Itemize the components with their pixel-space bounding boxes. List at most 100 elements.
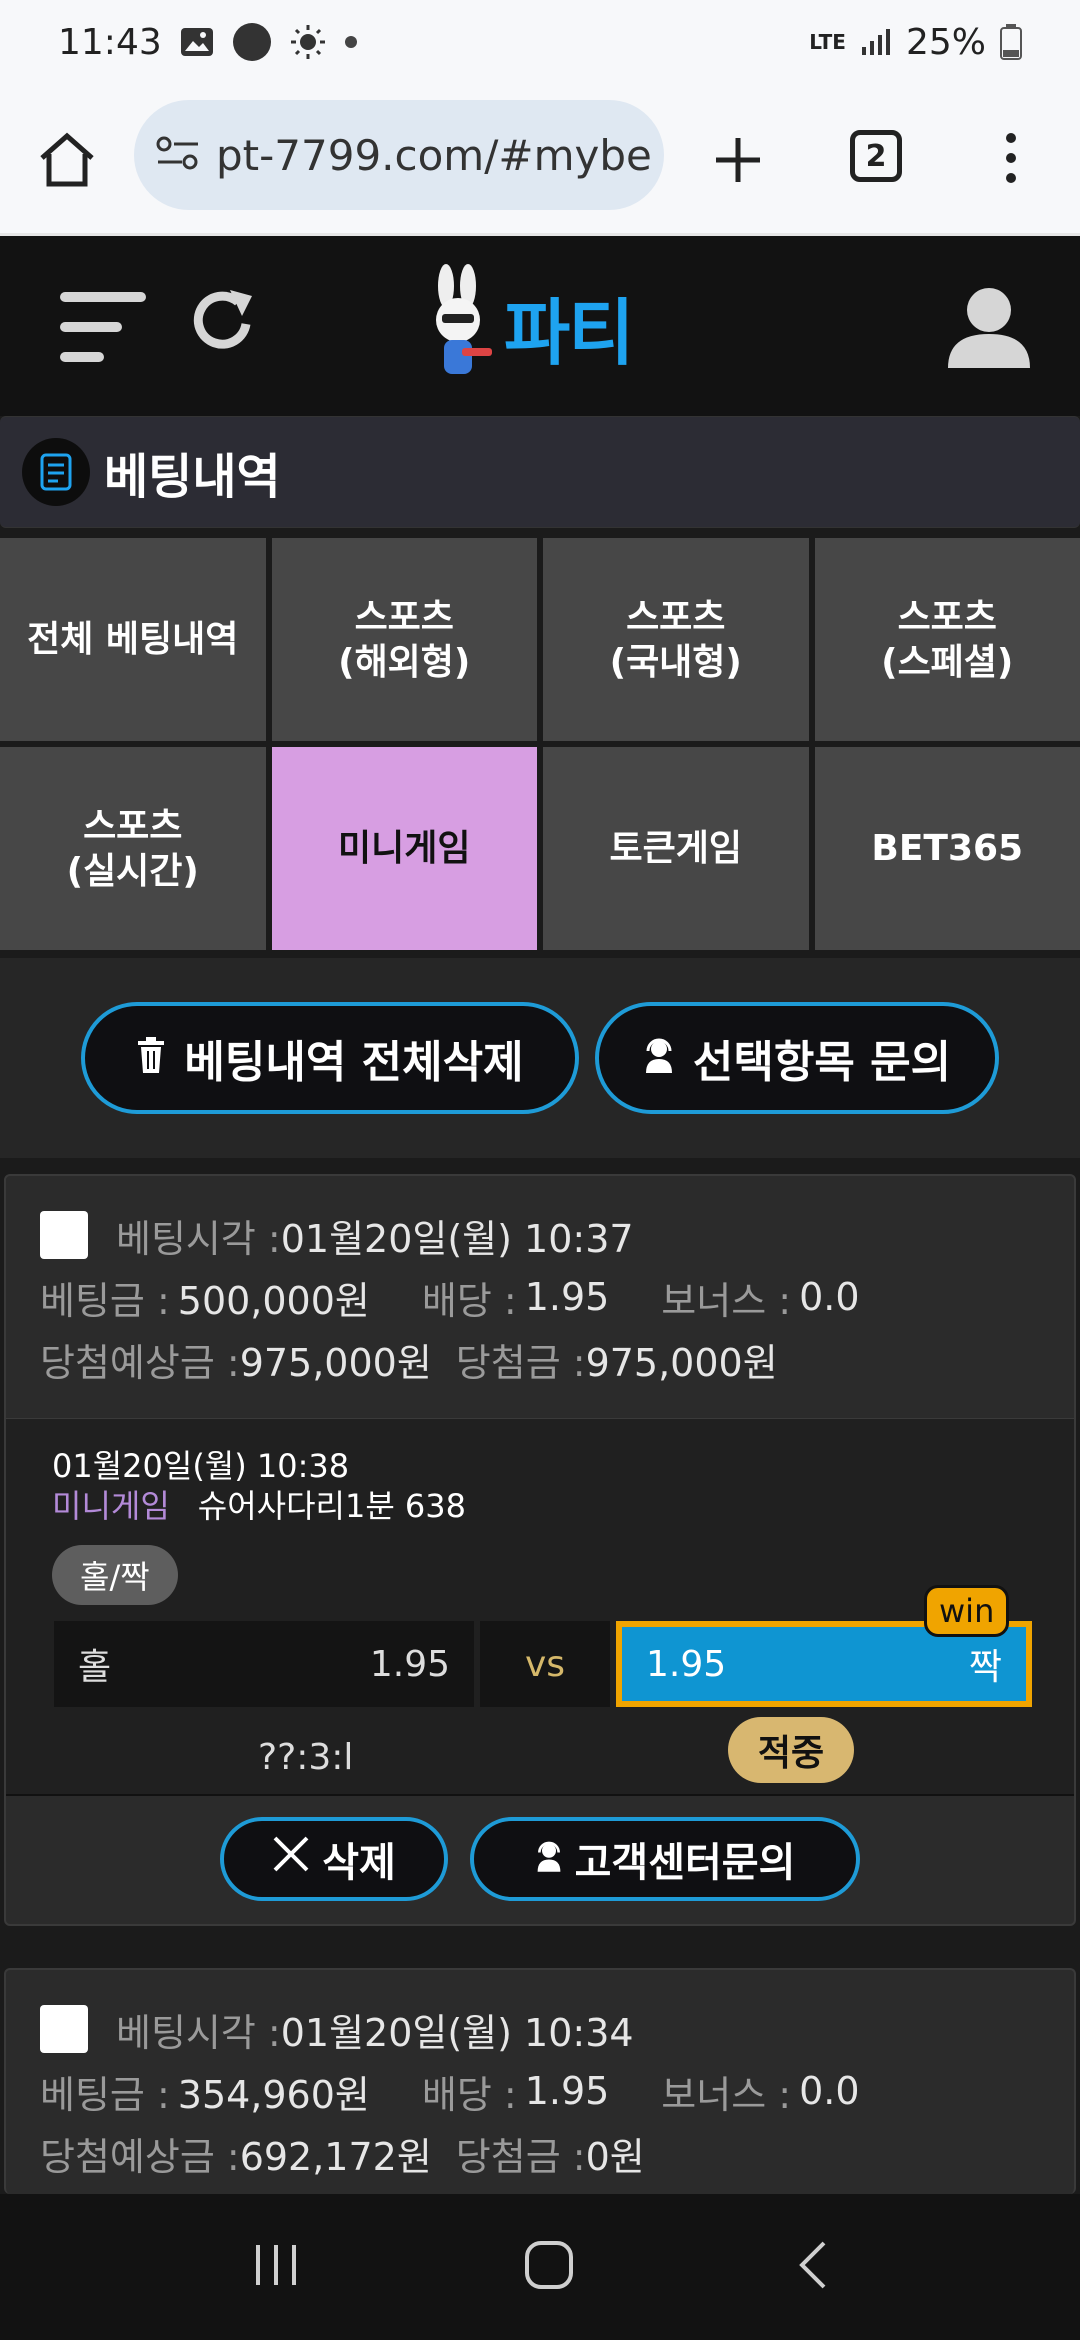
- site-settings-icon[interactable]: [156, 135, 200, 175]
- bet-select-checkbox[interactable]: [40, 1211, 88, 1259]
- vs-divider: vs: [480, 1621, 610, 1707]
- tab-sports-live[interactable]: 스포츠 (실시간): [0, 747, 266, 950]
- bet-time-value: 01월20일(월) 10:37: [280, 1216, 634, 1261]
- bet-card-actions: 삭제 고객센터문의: [6, 1794, 1074, 1922]
- bet-amount-label: 베팅금 :: [40, 2072, 170, 2117]
- tab-mini-game[interactable]: 미니게임: [271, 747, 537, 950]
- away-odds: 1.95: [646, 1643, 727, 1685]
- tab-sports-domestic[interactable]: 스포츠 (국내형): [543, 538, 809, 741]
- url-text: pt-7799.com/#mybe: [216, 130, 652, 180]
- tab-bet365[interactable]: BET365: [814, 747, 1080, 950]
- bet-detail: 01월20일(월) 10:38 미니게임 슈어사다리1분 638 홀/짝 홀 1…: [6, 1418, 1074, 1794]
- tab-sports-special[interactable]: 스포츠 (스페셜): [814, 538, 1080, 741]
- inquire-selected-button[interactable]: 선택항목 문의: [595, 1002, 999, 1114]
- clock: 11:43: [58, 21, 162, 63]
- won-amount-value: 975,000원: [585, 1340, 778, 1385]
- brightness-icon: [290, 24, 326, 60]
- signal-icon: [860, 27, 892, 57]
- home-nav-icon[interactable]: [524, 2240, 574, 2294]
- more-options-icon[interactable]: [1000, 128, 1022, 192]
- bet-amount-row: 베팅금 : 354,960원 배당 : 1.95 보너스 : 0.0: [40, 2060, 1040, 2122]
- away-label: 짝: [968, 1647, 1002, 1688]
- site-logo[interactable]: 파티: [418, 264, 634, 388]
- delete-bet-label: 삭제: [322, 1840, 396, 1886]
- payout-row: 당첨예상금 : 692,172원 당첨금 : 0원: [40, 2122, 1040, 2184]
- game-result-score: ??:3:l: [258, 1737, 354, 1778]
- delete-bet-button[interactable]: 삭제: [220, 1817, 448, 1901]
- home-icon[interactable]: [38, 132, 96, 192]
- bonus-label: 보너스 :: [661, 2072, 792, 2117]
- rabbit-mascot-icon: [418, 264, 498, 388]
- page-title-bar: 베팅내역: [0, 416, 1080, 528]
- home-pick[interactable]: 홀 1.95: [54, 1621, 474, 1707]
- menu-icon[interactable]: [60, 288, 148, 372]
- tab-token-game[interactable]: 토큰게임: [543, 747, 809, 950]
- expected-payout-label: 당첨예상금 :: [40, 2134, 240, 2179]
- tab-all-history[interactable]: 전체 베팅내역: [0, 538, 266, 741]
- page-title: 베팅내역: [104, 449, 281, 505]
- battery-icon: [1000, 24, 1022, 60]
- tab-sports-overseas[interactable]: 스포츠 (해외형): [271, 538, 537, 741]
- headset-icon: [535, 1836, 563, 1882]
- delete-all-history-button[interactable]: 베팅내역 전체삭제: [81, 1002, 579, 1114]
- site-header: 파티: [0, 236, 1080, 416]
- user-account-icon[interactable]: [946, 286, 1032, 372]
- won-amount-label: 당첨금 :: [455, 2134, 586, 2179]
- bet-amount-row: 베팅금 : 500,000원 배당 : 1.95 보너스 : 0.0: [40, 1266, 1040, 1328]
- payout-row: 당첨예상금 : 975,000원 당첨금 : 975,000원: [40, 1328, 1040, 1390]
- close-icon: [272, 1835, 310, 1883]
- won-amount-value: 0원: [585, 2134, 645, 2179]
- inquire-selected-label: 선택항목 문의: [692, 1037, 952, 1088]
- won-amount-label: 당첨금 :: [455, 1340, 586, 1385]
- coupang-eats-icon: [232, 22, 272, 62]
- headset-icon: [643, 1033, 675, 1084]
- gallery-icon: [180, 27, 214, 57]
- bet-amount-value: 500,000원: [177, 1278, 370, 1323]
- address-bar[interactable]: pt-7799.com/#mybe: [134, 100, 664, 210]
- tab-count: 2: [865, 138, 887, 174]
- new-tab-icon[interactable]: [710, 132, 766, 192]
- history-category-tabs: 전체 베팅내역 스포츠 (해외형) 스포츠 (국내형) 스포츠 (스페셜) 스포…: [0, 538, 1080, 950]
- market-chip: 홀/짝: [52, 1545, 178, 1605]
- bet-time-row: 베팅시각 : 01월20일(월) 10:37: [40, 1204, 1040, 1266]
- browser-toolbar: pt-7799.com/#mybe 2: [0, 84, 1080, 236]
- bet-time-row: 베팅시각 : 01월20일(월) 10:34: [40, 1998, 1040, 2060]
- bonus-label: 보너스 :: [661, 1278, 792, 1323]
- odds-value: 1.95: [524, 1275, 610, 1319]
- history-actions: 베팅내역 전체삭제 선택항목 문의: [0, 958, 1080, 1158]
- system-navigation-bar: [0, 2194, 1080, 2340]
- odds-label: 배당 :: [421, 2072, 517, 2117]
- expected-payout-label: 당첨예상금 :: [40, 1340, 240, 1385]
- tab-switcher-button[interactable]: 2: [850, 130, 902, 182]
- bonus-value: 0.0: [799, 2069, 860, 2113]
- betting-history-icon: [22, 438, 90, 506]
- home-odds: 1.95: [369, 1643, 450, 1685]
- game-category: 미니게임: [52, 1487, 170, 1525]
- home-label: 홀: [78, 1647, 112, 1688]
- battery-percent: 25%: [905, 21, 986, 63]
- delete-all-label: 베팅내역 전체삭제: [184, 1037, 524, 1088]
- status-bar: 11:43 LTE 25%: [0, 0, 1080, 84]
- game-name: 슈어사다리1분 638: [197, 1487, 467, 1525]
- refresh-icon[interactable]: [186, 284, 260, 362]
- recent-apps-icon[interactable]: [252, 2243, 300, 2291]
- odds-label: 배당 :: [421, 1278, 517, 1323]
- bonus-value: 0.0: [799, 1275, 860, 1319]
- site-name: 파티: [504, 290, 634, 375]
- customer-center-label: 고객센터문의: [574, 1840, 796, 1886]
- bet-time-label: 베팅시각 :: [116, 2010, 281, 2055]
- expected-payout-value: 975,000원: [239, 1340, 432, 1385]
- game-info: 미니게임 슈어사다리1분 638: [52, 1481, 466, 1527]
- back-icon[interactable]: [798, 2240, 828, 2294]
- bet-select-checkbox[interactable]: [40, 2005, 88, 2053]
- bet-card: 베팅시각 : 01월20일(월) 10:37 베팅금 : 500,000원 배당…: [4, 1174, 1076, 1926]
- bet-amount-value: 354,960원: [177, 2072, 370, 2117]
- more-notifications-dot-icon: [344, 35, 358, 49]
- bet-time-label: 베팅시각 :: [116, 1216, 281, 1261]
- odds-value: 1.95: [524, 2069, 610, 2113]
- bet-card: 베팅시각 : 01월20일(월) 10:34 베팅금 : 354,960원 배당…: [4, 1968, 1076, 2194]
- bet-time-value: 01월20일(월) 10:34: [280, 2010, 634, 2055]
- bet-result-badge: 적중: [728, 1717, 854, 1783]
- customer-center-inquiry-button[interactable]: 고객센터문의: [470, 1817, 860, 1901]
- bet-amount-label: 베팅금 :: [40, 1278, 170, 1323]
